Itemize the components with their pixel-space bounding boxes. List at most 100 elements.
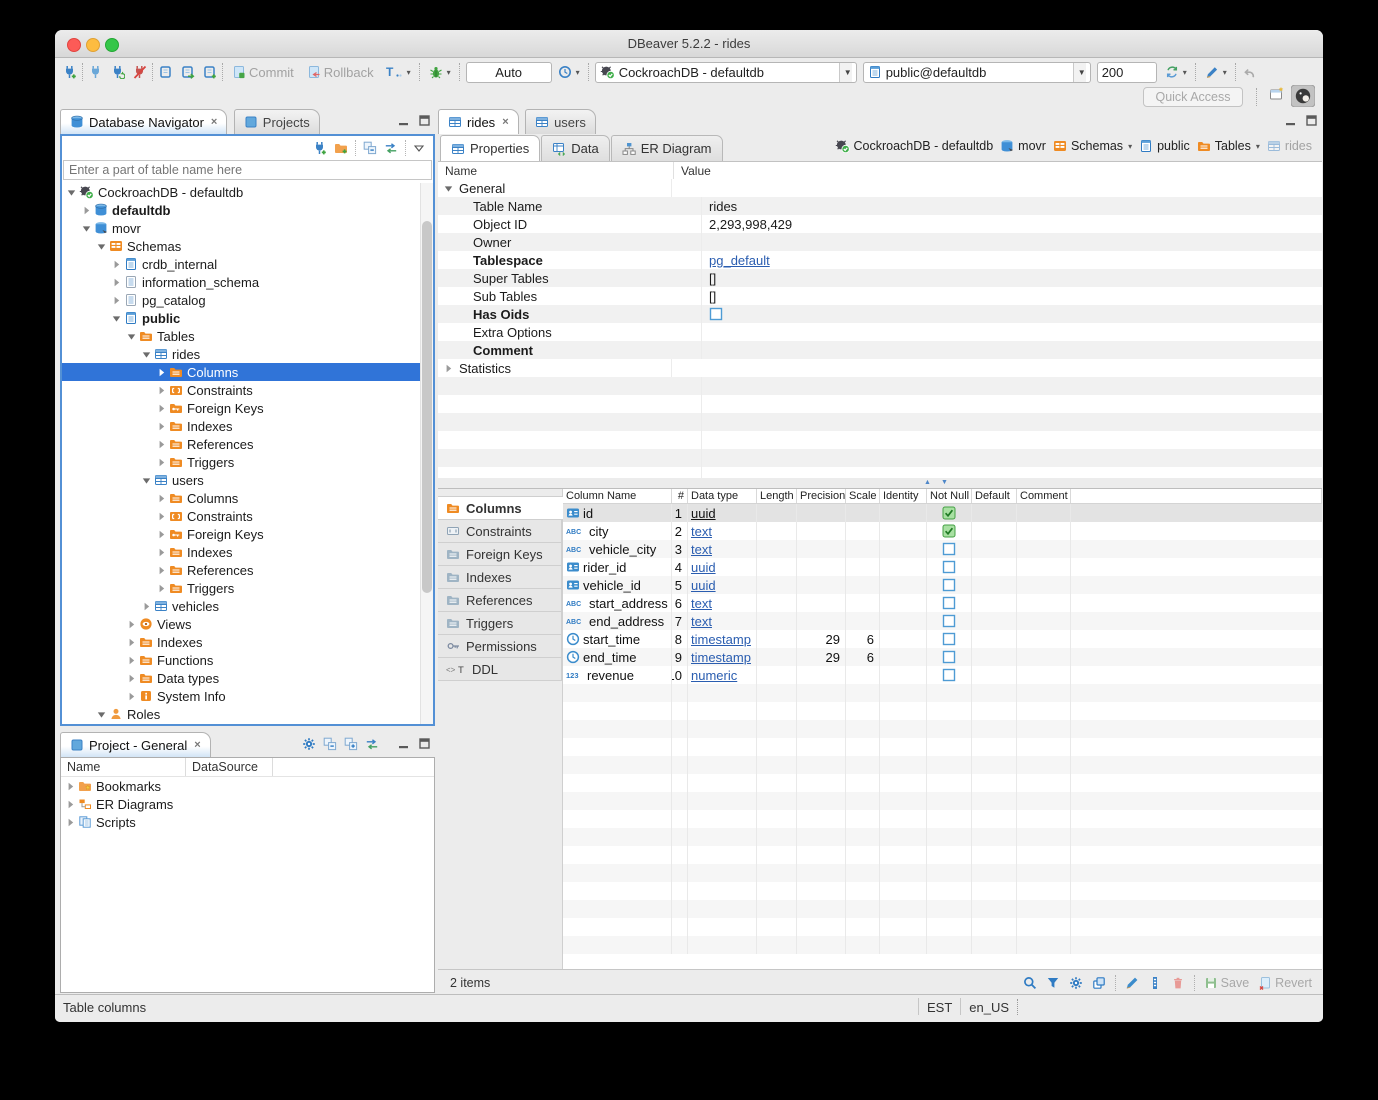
breadcrumb-item-rides[interactable]: rides	[1267, 139, 1312, 153]
delete-icon[interactable]	[1171, 976, 1185, 990]
connection-combo[interactable]: CockroachDB - defaultdb ▼	[595, 62, 857, 83]
tree-item-columns[interactable]: Columns	[62, 489, 421, 507]
checkbox-unchecked-icon[interactable]	[942, 650, 956, 664]
expander-icon[interactable]	[111, 259, 122, 270]
checkbox-unchecked-icon[interactable]	[709, 307, 723, 321]
tree-item-foreign-keys[interactable]: Foreign Keys	[62, 525, 421, 543]
tree-item-public[interactable]: public	[62, 309, 421, 327]
column-row-start-address[interactable]: ABCstart_address6text	[563, 594, 1322, 612]
property-row-comment[interactable]: Comment	[438, 341, 1322, 359]
tab-projects[interactable]: Projects	[234, 109, 320, 134]
collapse-all-icon[interactable]	[323, 737, 337, 751]
side-tab-permissions[interactable]: Permissions	[438, 634, 562, 658]
column-row-vehicle-id[interactable]: vehicle_id5uuid	[563, 576, 1322, 594]
editor-tab-rides[interactable]: rides ×	[438, 109, 519, 134]
link-with-editor-icon[interactable]	[365, 737, 379, 751]
expander-icon[interactable]	[111, 277, 122, 288]
expander-icon[interactable]	[126, 655, 137, 666]
checkbox-unchecked-icon[interactable]	[942, 560, 956, 574]
data-type-link[interactable]: numeric	[691, 668, 737, 683]
connect-icon[interactable]	[89, 65, 103, 79]
column-header-precision[interactable]: Precision	[797, 489, 846, 503]
tree-item-system-info[interactable]: System Info	[62, 687, 421, 705]
column-header-datasource[interactable]: DataSource	[186, 758, 273, 776]
property-value[interactable]	[672, 359, 679, 377]
tree-item-vehicles[interactable]: vehicles	[62, 597, 421, 615]
open-sql-editor-icon[interactable]	[181, 65, 195, 79]
side-tab-constraints[interactable]: Constraints	[438, 519, 562, 543]
property-value[interactable]: []	[702, 269, 716, 287]
expander-icon[interactable]	[126, 673, 137, 684]
expander-icon[interactable]	[156, 385, 167, 396]
side-tab-references[interactable]: References	[438, 588, 562, 612]
column-row-city[interactable]: ABCcity2text	[563, 522, 1322, 540]
tree-item-movr[interactable]: movr	[62, 219, 421, 237]
tree-item-indexes[interactable]: Indexes	[62, 633, 421, 651]
property-row-object-id[interactable]: Object ID2,293,998,429	[438, 215, 1322, 233]
tree-item-views[interactable]: Views	[62, 615, 421, 633]
column-type-cell[interactable]: text	[688, 594, 757, 612]
column-type-cell[interactable]: numeric	[688, 666, 757, 684]
expand-all-icon[interactable]	[344, 737, 358, 751]
tab-project-general[interactable]: Project - General ×	[60, 732, 211, 757]
column-header-length[interactable]: Length	[757, 489, 797, 503]
expander-icon[interactable]	[126, 331, 137, 342]
table-filter-input[interactable]	[63, 160, 432, 180]
new-folder-icon[interactable]	[334, 141, 348, 155]
property-row-extra-options[interactable]: Extra Options	[438, 323, 1322, 341]
tree-item-foreign-keys[interactable]: Foreign Keys	[62, 399, 421, 417]
link-with-editor-icon[interactable]	[384, 141, 398, 155]
column-header-scale[interactable]: Scale	[846, 489, 880, 503]
tree-item-rides[interactable]: rides	[62, 345, 421, 363]
properties-value-header[interactable]: Value	[674, 164, 711, 178]
properties-name-header[interactable]: Name	[438, 162, 674, 179]
minimize-view-icon[interactable]	[397, 737, 410, 750]
expander-icon[interactable]	[156, 457, 167, 468]
expander-icon[interactable]	[141, 475, 152, 486]
schema-combo[interactable]: public@defaultdb ▼	[863, 62, 1091, 83]
editor-tab-users[interactable]: users	[525, 109, 596, 134]
column-row-revenue[interactable]: 123revenue10numeric	[563, 666, 1322, 684]
chevron-down-icon[interactable]: ▾	[1256, 142, 1260, 151]
not-null-cell[interactable]	[927, 666, 972, 684]
tree-item-constraints[interactable]: Constraints	[62, 381, 421, 399]
tree-item-tables[interactable]: Tables	[62, 327, 421, 345]
property-row-sub-tables[interactable]: Sub Tables[]	[438, 287, 1322, 305]
checkbox-unchecked-icon[interactable]	[942, 578, 956, 592]
data-type-link[interactable]: timestamp	[691, 632, 751, 647]
checkbox-unchecked-icon[interactable]	[942, 596, 956, 610]
rollback-button[interactable]: Rollback	[307, 65, 374, 80]
close-icon[interactable]: ×	[194, 739, 200, 751]
close-icon[interactable]: ×	[502, 116, 508, 128]
tab-database-navigator[interactable]: Database Navigator ×	[60, 109, 227, 134]
column-row-id[interactable]: id1uuid	[563, 504, 1322, 522]
maximize-view-icon[interactable]	[418, 737, 431, 750]
subtab-properties[interactable]: Properties	[440, 135, 540, 161]
not-null-cell[interactable]	[927, 522, 972, 540]
reconnect-icon[interactable]	[111, 65, 125, 79]
breadcrumb-item-schemas[interactable]: Schemas▾	[1053, 139, 1132, 153]
expander-icon[interactable]	[65, 817, 76, 828]
breadcrumb-item-cockroachdb-defaultdb[interactable]: CockroachDB - defaultdb	[835, 139, 994, 153]
fetch-size-input[interactable]: 200	[1097, 62, 1157, 83]
splitter-sash[interactable]: ▲▼	[438, 478, 1322, 488]
expander-icon[interactable]	[126, 619, 137, 630]
property-row-owner[interactable]: Owner	[438, 233, 1322, 251]
checkbox-unchecked-icon[interactable]	[942, 614, 956, 628]
checkbox-checked-icon[interactable]	[942, 524, 956, 538]
expander-icon[interactable]	[156, 511, 167, 522]
expander-icon[interactable]	[126, 637, 137, 648]
tree-item-functions[interactable]: Functions	[62, 651, 421, 669]
column-type-cell[interactable]: uuid	[688, 504, 757, 522]
revert-button[interactable]: Revert	[1258, 976, 1312, 990]
not-null-cell[interactable]	[927, 558, 972, 576]
column-type-cell[interactable]: uuid	[688, 576, 757, 594]
minimize-view-icon[interactable]	[397, 114, 410, 127]
column-type-cell[interactable]: text	[688, 540, 757, 558]
column-type-cell[interactable]: uuid	[688, 558, 757, 576]
expander-icon[interactable]	[156, 421, 167, 432]
tree-item-roles[interactable]: Roles	[62, 705, 421, 723]
tree-item-schemas[interactable]: Schemas	[62, 237, 421, 255]
column-header-comment[interactable]: Comment	[1017, 489, 1071, 503]
column-type-cell[interactable]: timestamp	[688, 648, 757, 666]
